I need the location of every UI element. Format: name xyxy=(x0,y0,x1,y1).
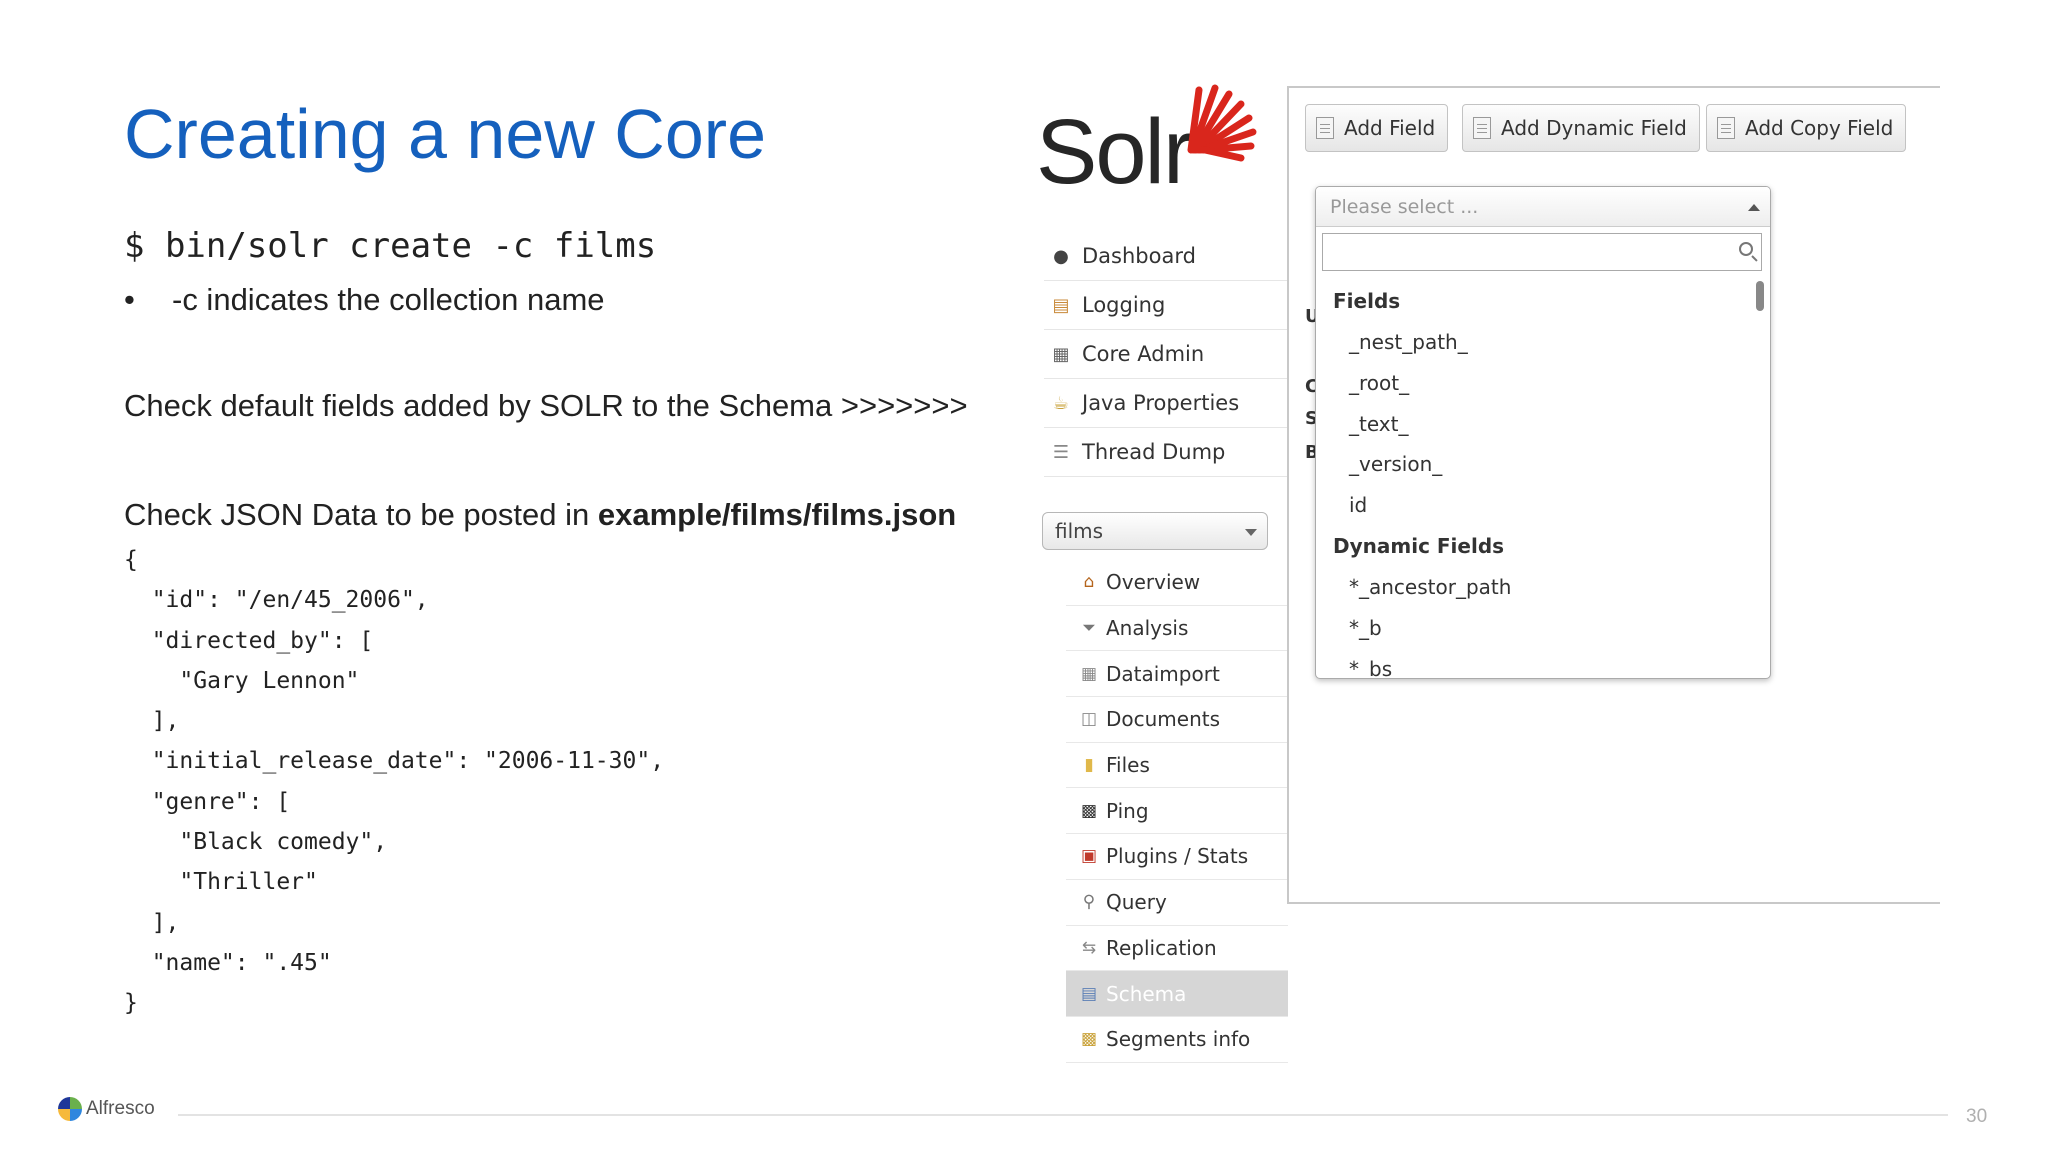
document-icon xyxy=(1316,117,1334,139)
core-nav-segments-info[interactable]: ▩ Segments info xyxy=(1066,1017,1288,1063)
check-json-prefix: Check JSON Data to be posted in xyxy=(124,497,598,532)
core-nav-label: Analysis xyxy=(1106,616,1189,641)
plugins-icon: ▣ xyxy=(1080,846,1098,867)
dataimport-icon: ▦ xyxy=(1080,663,1098,684)
core-nav-overview[interactable]: ⌂ Overview xyxy=(1066,560,1288,606)
field-option[interactable]: _root_ xyxy=(1316,363,1756,404)
core-nav-label: Plugins / Stats xyxy=(1106,844,1249,869)
copy-icon xyxy=(1717,117,1735,139)
field-option[interactable]: _version_ xyxy=(1316,444,1756,485)
footer-divider xyxy=(178,1114,1948,1116)
core-nav-label: Files xyxy=(1106,753,1150,778)
check-json-path: example/films/films.json xyxy=(597,497,957,532)
alfresco-flower-icon xyxy=(58,1097,82,1121)
nav-label: Dashboard xyxy=(1082,244,1196,268)
field-select-dropdown[interactable]: Please select ... Fields _nest_path_ _ro… xyxy=(1315,186,1771,679)
nav-core-admin[interactable]: ▦ Core Admin xyxy=(1044,330,1288,379)
option-group-label: Fields xyxy=(1333,289,1401,313)
slide-title: Creating a new Core xyxy=(124,95,766,173)
add-field-button[interactable]: Add Field xyxy=(1305,104,1449,152)
java-icon: ☕ xyxy=(1052,392,1070,414)
core-nav-label: Segments info xyxy=(1106,1027,1251,1052)
solr-sun-icon xyxy=(1187,84,1257,162)
core-nav-label: Dataimport xyxy=(1106,661,1220,686)
field-option[interactable]: _nest_path_ xyxy=(1316,322,1756,363)
replication-icon: ⇆ xyxy=(1081,937,1097,958)
funnel-icon: ⏷ xyxy=(1082,618,1096,639)
core-nav-label: Schema xyxy=(1106,981,1187,1006)
nav-dashboard[interactable]: ● Dashboard xyxy=(1044,232,1288,281)
field-search-input[interactable] xyxy=(1322,233,1762,271)
core-nav-label: Overview xyxy=(1106,570,1201,595)
add-dynamic-field-button[interactable]: Add Dynamic Field xyxy=(1462,104,1700,152)
dropdown-scrollbar[interactable] xyxy=(1756,281,1764,311)
option-group-label: Dynamic Fields xyxy=(1333,533,1505,558)
field-select-header[interactable]: Please select ... xyxy=(1316,187,1770,227)
button-label: Add Dynamic Field xyxy=(1501,116,1687,140)
chevron-down-icon xyxy=(1245,529,1257,536)
alfresco-logo: Alfresco xyxy=(58,1097,155,1121)
json-code-block: { "id": "/en/45_2006", "directed_by": [ … xyxy=(124,547,665,1017)
core-admin-icon: ▦ xyxy=(1052,343,1070,365)
field-option[interactable]: *_b xyxy=(1316,608,1756,649)
page-number: 30 xyxy=(1966,1106,1988,1127)
nav-label: Java Properties xyxy=(1082,391,1240,415)
documents-icon: ◫ xyxy=(1080,709,1098,730)
search-icon xyxy=(1739,242,1753,256)
field-option[interactable]: _text_ xyxy=(1316,404,1756,445)
button-label: Add Field xyxy=(1344,116,1436,140)
schema-icon: ▤ xyxy=(1080,983,1098,1004)
core-nav-files[interactable]: ▮ Files xyxy=(1066,743,1288,789)
core-nav-label: Replication xyxy=(1106,935,1217,960)
bullet-text: -c indicates the collection name xyxy=(172,282,605,317)
check-json-text: Check JSON Data to be posted in example/… xyxy=(124,497,956,533)
core-nav-label: Ping xyxy=(1106,798,1149,823)
core-selector-value: films xyxy=(1055,519,1104,543)
folder-icon: ▮ xyxy=(1084,755,1094,776)
core-nav-analysis[interactable]: ⏷ Analysis xyxy=(1066,606,1288,652)
core-nav-label: Documents xyxy=(1106,707,1221,732)
core-nav-query[interactable]: ⚲ Query xyxy=(1066,880,1288,926)
core-nav-documents[interactable]: ◫ Documents xyxy=(1066,697,1288,743)
chevron-up-icon xyxy=(1748,204,1760,211)
core-nav-replication[interactable]: ⇆ Replication xyxy=(1066,926,1288,972)
core-nav-ping[interactable]: ▩ Ping xyxy=(1066,788,1288,835)
check-fields-text: Check default fields added by SOLR to th… xyxy=(124,388,968,423)
bullet-dot-icon: • xyxy=(124,282,135,317)
nav-java-properties[interactable]: ☕ Java Properties xyxy=(1044,379,1288,428)
core-nav-schema[interactable]: ▤ Schema xyxy=(1066,971,1288,1017)
button-label: Add Copy Field xyxy=(1745,116,1894,140)
core-nav-plugins-stats[interactable]: ▣ Plugins / Stats xyxy=(1066,834,1288,880)
field-options-list: Fields _nest_path_ _root_ _text_ _versio… xyxy=(1316,281,1756,678)
command-line: $ bin/solr create -c films xyxy=(124,226,657,266)
solr-main-nav: ● Dashboard ▤ Logging ▦ Core Admin ☕ Java Pr… xyxy=(1044,232,1288,477)
field-option[interactable]: *_bs xyxy=(1316,649,1756,678)
segments-icon: ▩ xyxy=(1080,1029,1098,1050)
dashboard-icon: ● xyxy=(1053,245,1069,267)
documents-icon xyxy=(1473,117,1491,139)
core-nav: ⌂ Overview ⏷ Analysis ▦ Dataimport ◫ Documen… xyxy=(1066,560,1288,1063)
solr-logo-text: Solr xyxy=(1036,101,1194,203)
ping-icon: ▩ xyxy=(1080,800,1098,821)
bullet-item: • -c indicates the collection name xyxy=(124,282,605,318)
nav-label: Core Admin xyxy=(1082,342,1205,366)
core-nav-dataimport[interactable]: ▦ Dataimport xyxy=(1066,651,1288,698)
core-nav-label: Query xyxy=(1106,890,1167,915)
field-option[interactable]: id xyxy=(1316,485,1756,526)
alfresco-logo-text: Alfresco xyxy=(86,1098,155,1119)
logging-icon: ▤ xyxy=(1052,294,1070,316)
core-selector[interactable]: films xyxy=(1042,512,1268,550)
field-option[interactable]: *_ancestor_path xyxy=(1316,567,1756,608)
field-select-placeholder: Please select ... xyxy=(1330,196,1479,218)
magnifier-icon: ⚲ xyxy=(1082,892,1096,913)
add-copy-field-button[interactable]: Add Copy Field xyxy=(1706,104,1907,152)
nav-label: Logging xyxy=(1082,293,1166,317)
nav-thread-dump[interactable]: ☰ Thread Dump xyxy=(1044,428,1288,477)
thread-dump-icon: ☰ xyxy=(1052,441,1070,463)
solr-logo: Solr xyxy=(1036,80,1258,200)
nav-label: Thread Dump xyxy=(1082,440,1226,464)
nav-logging[interactable]: ▤ Logging xyxy=(1044,281,1288,330)
home-icon: ⌂ xyxy=(1083,572,1095,593)
